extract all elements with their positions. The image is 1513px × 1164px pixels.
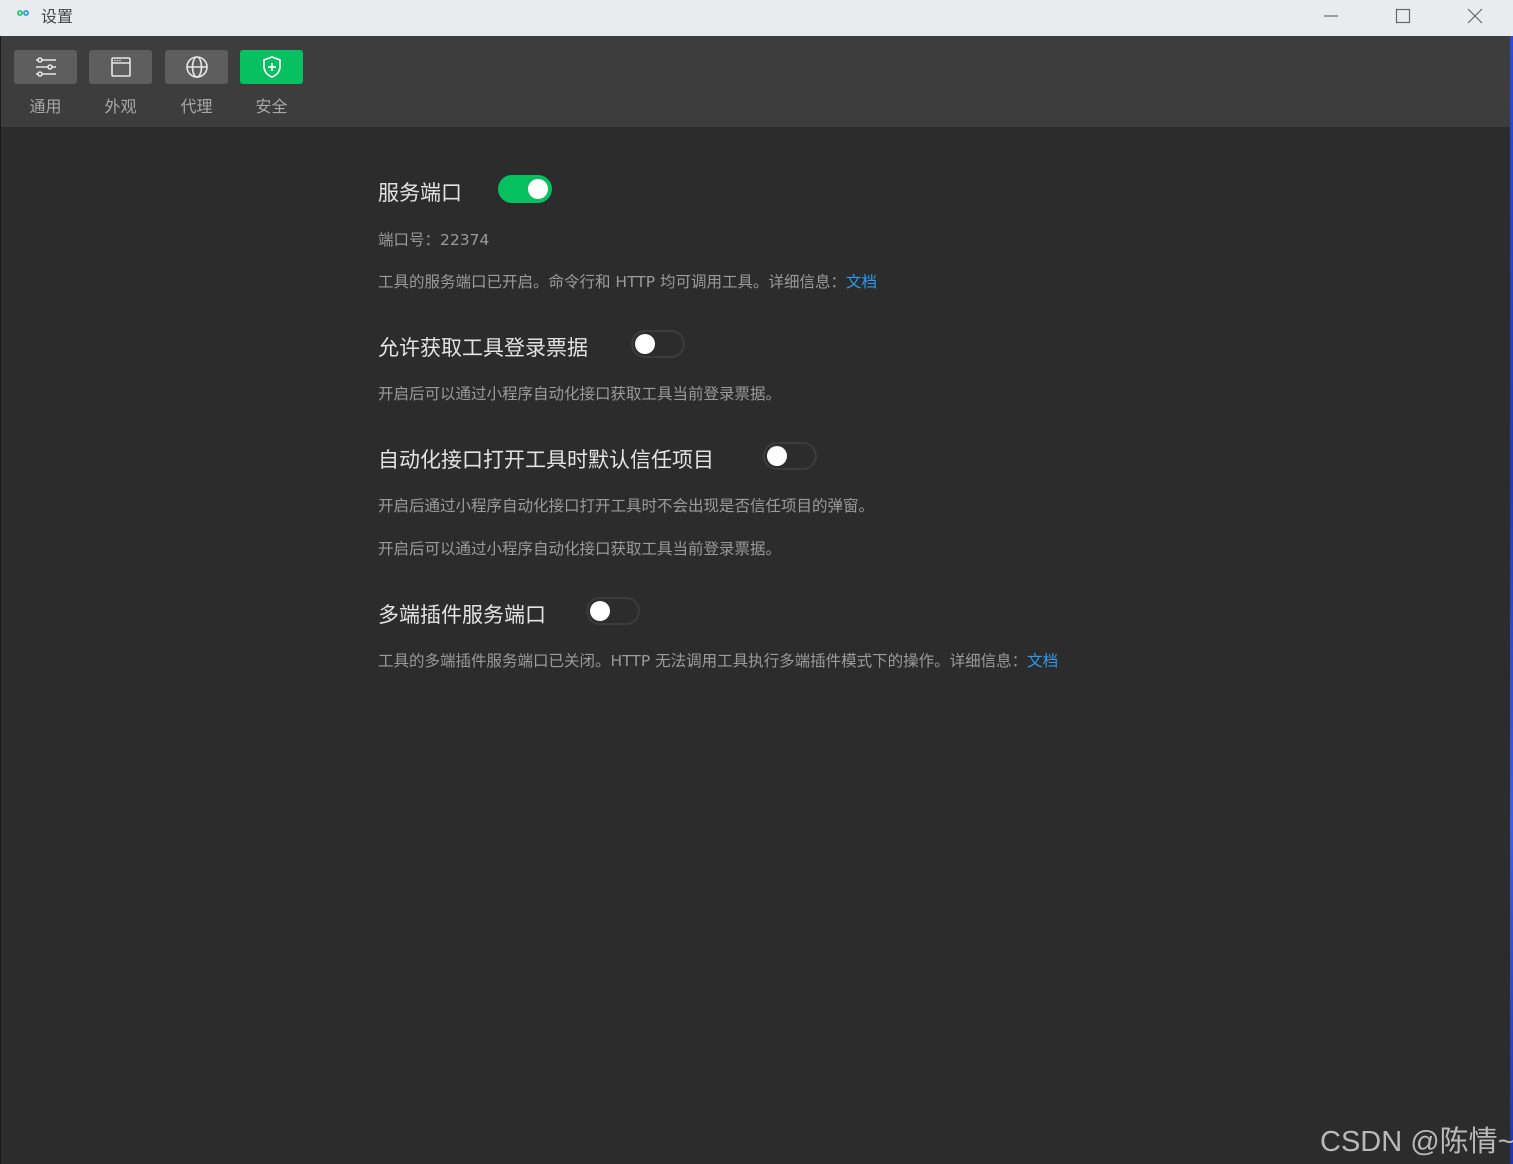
sliders-icon (35, 57, 56, 77)
service-port-title: 服务端口 (378, 181, 462, 205)
login-ticket-description: 开启后可以通过小程序自动化接口获取工具当前登录票据。 (378, 385, 782, 403)
multi-plugin-port-desc-text: 工具的多端插件服务端口已关闭。HTTP 无法调用工具执行多端插件模式下的操作。详… (378, 652, 1028, 670)
service-port-doc-link[interactable]: 文档 (846, 273, 877, 291)
tab-general-button[interactable] (14, 50, 77, 84)
tab-appearance-label: 外观 (104, 97, 137, 116)
minimize-icon (1324, 15, 1338, 17)
toggle-knob (635, 334, 655, 354)
tab-security[interactable]: 安全 (240, 50, 303, 117)
service-port-desc-text: 工具的服务端口已开启。命令行和 HTTP 均可调用工具。详细信息： (378, 273, 847, 291)
shield-plus-icon (262, 56, 281, 78)
minimize-button[interactable] (1301, 0, 1361, 32)
service-port-number: 端口号：22374 (378, 231, 490, 249)
trust-project-description-2: 开启后可以通过小程序自动化接口获取工具当前登录票据。 (378, 540, 782, 558)
tab-security-label: 安全 (255, 97, 288, 116)
toggle-knob (528, 179, 548, 199)
tab-appearance[interactable]: 外观 (89, 50, 152, 117)
multi-plugin-port-description: 工具的多端插件服务端口已关闭。HTTP 无法调用工具执行多端插件模式下的操作。详… (378, 649, 1058, 671)
maximize-button[interactable] (1373, 0, 1433, 32)
tab-security-button[interactable] (240, 50, 303, 84)
globe-icon (185, 56, 208, 78)
tab-appearance-button[interactable] (89, 50, 152, 84)
tab-general[interactable]: 通用 (14, 50, 77, 117)
tab-proxy[interactable]: 代理 (165, 50, 228, 117)
close-button[interactable] (1445, 0, 1505, 32)
title-bar: 设置 (0, 0, 1513, 36)
watermark: CSDN @陈情~ (1320, 1126, 1513, 1158)
tab-general-label: 通用 (29, 97, 62, 116)
wechat-devtools-icon (17, 10, 29, 16)
close-icon (1467, 8, 1483, 24)
toggle-knob (767, 446, 787, 466)
multi-plugin-port-title: 多端插件服务端口 (378, 603, 546, 627)
service-port-description: 工具的服务端口已开启。命令行和 HTTP 均可调用工具。详细信息：文档 (378, 270, 877, 292)
multi-plugin-port-doc-link[interactable]: 文档 (1027, 652, 1058, 670)
window-title: 设置 (41, 7, 74, 26)
tab-proxy-label: 代理 (180, 97, 213, 116)
window-border-left (0, 36, 1, 1164)
settings-toolbar: 通用 外观 代理 安全 (1, 36, 1510, 127)
trust-project-title: 自动化接口打开工具时默认信任项目 (378, 448, 714, 472)
service-port-toggle[interactable] (498, 175, 552, 203)
window-icon (110, 57, 131, 77)
multi-plugin-port-toggle[interactable] (586, 597, 640, 625)
login-ticket-title: 允许获取工具登录票据 (378, 336, 588, 360)
maximize-icon (1395, 8, 1411, 24)
tab-proxy-button[interactable] (165, 50, 228, 84)
toggle-knob (590, 601, 610, 621)
trust-project-description: 开启后通过小程序自动化接口打开工具时不会出现是否信任项目的弹窗。 (378, 497, 875, 515)
trust-project-toggle[interactable] (763, 442, 817, 470)
login-ticket-toggle[interactable] (631, 330, 685, 358)
